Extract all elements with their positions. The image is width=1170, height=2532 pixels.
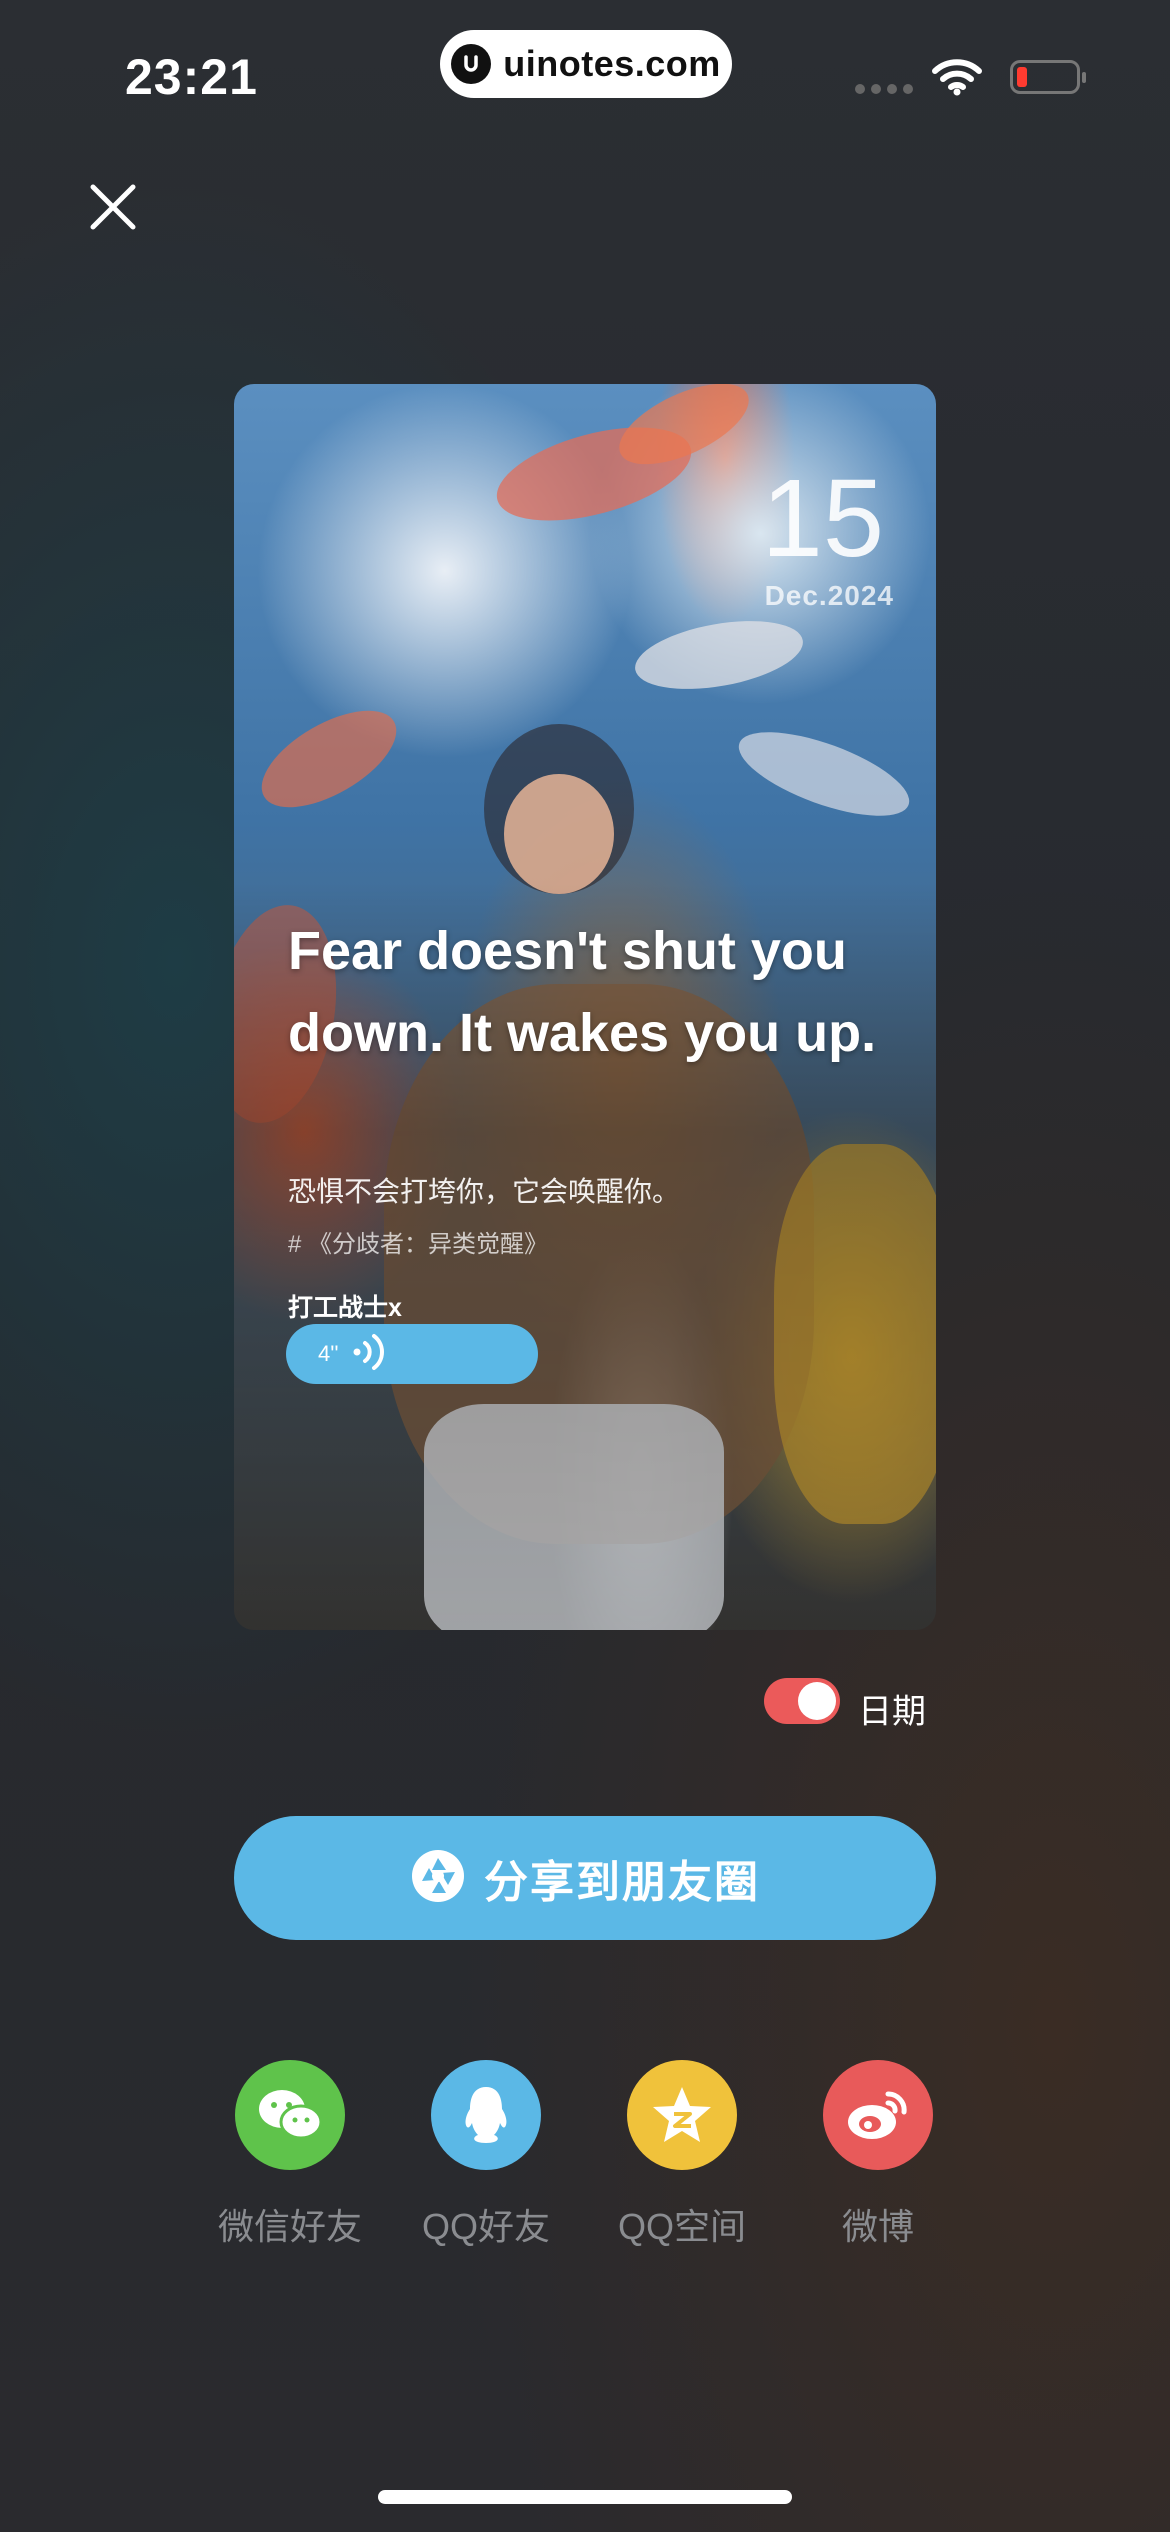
share-wechat-friends[interactable]: 微信好友 (200, 2060, 380, 2250)
cellular-signal-icon (855, 84, 913, 94)
weibo-icon (823, 2060, 933, 2170)
date-toggle-label: 日期 (858, 1693, 926, 1731)
uinotes-logo-icon (451, 44, 492, 84)
close-icon[interactable] (88, 182, 138, 232)
author-name: 打工战士x (288, 1294, 402, 1322)
quote-card: 15 Dec.2024 Fear doesn't shut you down. … (234, 384, 936, 1630)
share-to-moments-button[interactable]: 分享到朋友圈 (234, 1816, 936, 1940)
quote-source: # 《分歧者：异类觉醒》 (288, 1231, 549, 1258)
share-qzone[interactable]: QQ空间 (592, 2060, 772, 2250)
share-weibo[interactable]: 微博 (788, 2060, 968, 2250)
share-qq-friends[interactable]: QQ好友 (396, 2060, 576, 2250)
moments-icon (410, 1848, 466, 1909)
date-month-year: Dec.2024 (764, 580, 894, 611)
voice-duration: 4'' (318, 1341, 339, 1366)
wechat-icon (235, 2060, 345, 2170)
qq-icon (431, 2060, 541, 2170)
date-day: 15 (761, 457, 884, 580)
share-wechat-label: 微信好友 (217, 2206, 362, 2247)
url-badge: uinotes.com (440, 30, 732, 98)
date-toggle[interactable] (764, 1678, 840, 1724)
status-time: 23:21 (125, 49, 258, 105)
toggle-knob (798, 1682, 836, 1720)
voice-message[interactable]: 4'' (286, 1324, 538, 1384)
share-qq-label: QQ好友 (421, 2206, 550, 2247)
battery-icon (1010, 60, 1086, 94)
home-indicator[interactable] (378, 2490, 792, 2504)
share-to-moments-label: 分享到朋友圈 (484, 1858, 760, 1907)
qzone-icon (627, 2060, 737, 2170)
quote-chinese: 恐惧不会打垮你，它会唤醒你。 (288, 1176, 681, 1207)
url-text: uinotes.com (503, 43, 721, 84)
quote-english: Fear doesn't shut you down. It wakes you… (288, 921, 877, 1063)
wifi-icon (932, 58, 982, 101)
battery-level (1017, 67, 1027, 87)
voice-wave-icon (353, 1332, 387, 1377)
share-qzone-label: QQ空间 (617, 2206, 746, 2247)
share-weibo-label: 微博 (841, 2206, 914, 2247)
